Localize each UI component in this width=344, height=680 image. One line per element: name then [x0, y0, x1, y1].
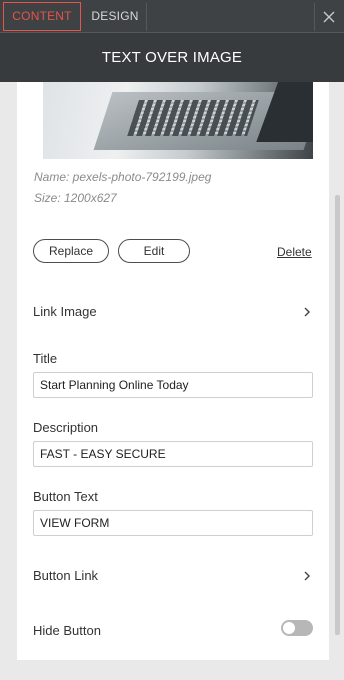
scrollbar[interactable]	[335, 195, 340, 635]
description-label: Description	[33, 420, 99, 435]
image-filename: Name: pexels-photo-792199.jpeg	[34, 170, 212, 184]
hide-button-toggle[interactable]	[281, 620, 313, 636]
button-link-label: Button Link	[33, 568, 99, 583]
panel-title: TEXT OVER IMAGE	[101, 49, 243, 66]
close-icon	[323, 11, 335, 23]
edit-button[interactable]: Edit	[118, 239, 190, 263]
toggle-knob	[283, 622, 295, 634]
tab-divider	[146, 3, 147, 31]
tab-content[interactable]: CONTENT	[3, 2, 81, 31]
close-button[interactable]	[314, 3, 344, 31]
panel-gutter	[0, 82, 17, 680]
button-text-input[interactable]: VIEW FORM	[33, 510, 313, 536]
image-thumbnail[interactable]	[43, 82, 313, 159]
link-image-label: Link Image	[33, 304, 97, 319]
chevron-right-icon	[304, 571, 310, 581]
panel-header: CONTENT DESIGN TEXT OVER IMAGE	[0, 0, 344, 82]
image-size: Size: 1200x627	[34, 191, 117, 205]
keyboard-shape	[127, 100, 259, 136]
settings-card: Name: pexels-photo-792199.jpeg Size: 120…	[17, 82, 329, 660]
tab-design[interactable]: DESIGN	[84, 2, 146, 31]
replace-button[interactable]: Replace	[33, 239, 109, 263]
description-input[interactable]: FAST - EASY SECURE	[33, 441, 313, 467]
chevron-right-icon	[304, 307, 310, 317]
tab-bar: CONTENT DESIGN	[0, 0, 344, 33]
hide-button-label: Hide Button	[33, 623, 101, 638]
title-label: Title	[33, 351, 58, 366]
button-text-label: Button Text	[33, 489, 98, 504]
delete-link[interactable]: Delete	[277, 245, 312, 259]
title-input[interactable]: Start Planning Online Today	[33, 372, 313, 398]
